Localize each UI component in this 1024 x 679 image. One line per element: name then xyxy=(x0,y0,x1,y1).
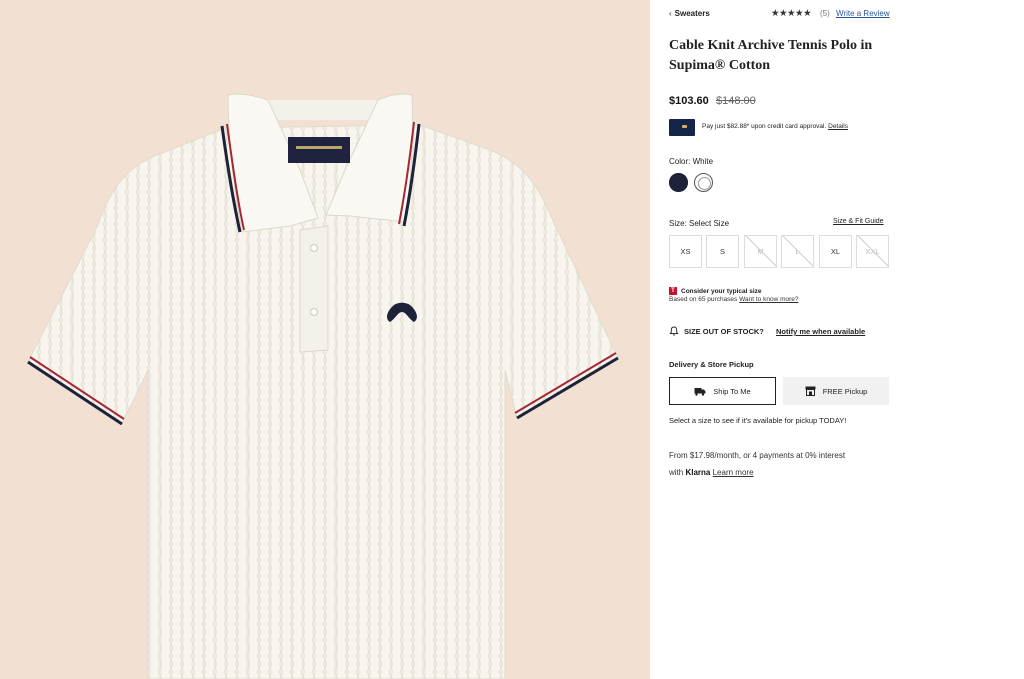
product-detail-panel: ‹ Sweaters ★★★★★ (5) Write a Review Cable… xyxy=(650,0,1024,679)
typical-size-basis: Based on 65 purchases xyxy=(669,296,738,303)
chevron-left-icon: ‹ xyxy=(669,9,672,18)
klarna-line: with Klarna Learn more xyxy=(669,468,754,477)
rating-stars-icon[interactable]: ★★★★★ xyxy=(771,8,812,19)
card-offer-details-link[interactable]: Details xyxy=(828,123,848,130)
sale-price: $103.60 xyxy=(669,95,709,107)
size-option-xxl[interactable]: XXL xyxy=(856,235,889,268)
klarna-with: with xyxy=(669,468,684,477)
card-offer-text: Pay just $82.88* upon credit card approv… xyxy=(702,123,827,130)
color-label: Color: White xyxy=(669,157,714,166)
bell-icon xyxy=(669,326,679,336)
ship-to-me-button[interactable]: Ship To Me xyxy=(669,377,776,405)
typical-size-title: Consider your typical size xyxy=(681,288,762,295)
breadcrumb-label: Sweaters xyxy=(674,9,710,18)
klarna-learn-more-link[interactable]: Learn more xyxy=(713,468,754,477)
size-out-of-stock-text: SIZE OUT OF STOCK? xyxy=(684,327,764,336)
credit-card-icon xyxy=(669,119,695,136)
delivery-label: Delivery & Store Pickup xyxy=(669,360,754,369)
card-offer: Pay just $82.88* upon credit card approv… xyxy=(702,123,848,130)
size-option-xs[interactable]: XS xyxy=(669,235,702,268)
typical-size-badge-icon: T xyxy=(669,287,677,295)
pickup-message: Select a size to see if it's available f… xyxy=(669,416,847,425)
original-price: $148.00 xyxy=(716,95,756,107)
size-option-l[interactable]: L xyxy=(781,235,814,268)
color-swatch-white[interactable] xyxy=(694,173,713,192)
ship-to-me-label: Ship To Me xyxy=(713,386,751,396)
free-pickup-label: FREE Pickup xyxy=(822,386,868,396)
polo-shirt-illustration xyxy=(27,93,619,679)
klarna-installments-text: From $17.98/month, or 4 payments at 0% i… xyxy=(669,451,846,460)
product-image[interactable] xyxy=(0,0,650,679)
store-icon xyxy=(805,386,816,396)
review-count: (5) xyxy=(820,9,830,18)
truck-icon xyxy=(694,387,706,396)
size-option-xl[interactable]: XL xyxy=(819,235,852,268)
size-option-s[interactable]: S xyxy=(706,235,739,268)
typical-size-sub: Based on 65 purchases Want to know more? xyxy=(669,296,799,303)
size-label: Size: Select Size xyxy=(669,219,730,228)
free-pickup-button[interactable]: FREE Pickup xyxy=(783,377,889,405)
klarna-logo: Klarna xyxy=(685,468,711,477)
breadcrumb[interactable]: ‹ Sweaters xyxy=(669,9,710,18)
color-swatch-navy[interactable] xyxy=(669,173,688,192)
typical-size-more-link[interactable]: Want to know more? xyxy=(739,296,798,303)
size-fit-guide-link[interactable]: Size & Fit Guide xyxy=(833,218,884,225)
product-title: Cable Knit Archive Tennis Polo in Supima… xyxy=(669,38,873,73)
notify-me-link[interactable]: Notify me when available xyxy=(776,327,865,336)
write-review-link[interactable]: Write a Review xyxy=(836,9,890,18)
size-option-m[interactable]: M xyxy=(744,235,777,268)
